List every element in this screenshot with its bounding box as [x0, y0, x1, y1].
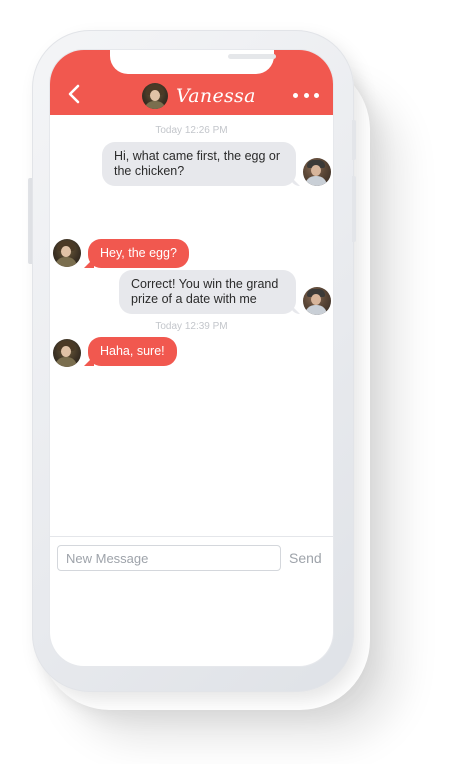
- speaker: [228, 54, 276, 59]
- message-outgoing: Hi, what came first, the egg or the chic…: [102, 142, 296, 186]
- contact-title[interactable]: Vanessa: [142, 82, 256, 110]
- timestamp: Today 12:26 PM: [155, 125, 228, 136]
- contact-name: Vanessa: [176, 85, 256, 107]
- message-incoming: Hey, the egg?: [88, 239, 189, 268]
- ellipsis-icon: [293, 92, 298, 98]
- send-button[interactable]: Send: [289, 550, 322, 566]
- user-avatar: [303, 287, 331, 315]
- back-button[interactable]: [65, 82, 83, 106]
- chevron-left-icon: [68, 84, 80, 104]
- chat-screen: Vanessa Today 12:26 PM Hi, what came fir…: [50, 50, 333, 666]
- message-incoming: Haha, sure!: [88, 337, 177, 366]
- user-avatar: [303, 158, 331, 186]
- message-outgoing: Correct! You win the grand prize of a da…: [119, 270, 296, 314]
- contact-avatar: [53, 239, 81, 267]
- message-input[interactable]: [57, 545, 281, 571]
- side-button: [352, 120, 356, 160]
- timestamp: Today 12:39 PM: [155, 321, 228, 332]
- contact-avatar: [142, 83, 168, 109]
- power-button: [352, 176, 356, 242]
- message-list: Today 12:26 PM Hi, what came first, the …: [50, 115, 333, 535]
- message-composer: Send: [50, 536, 333, 581]
- notch: [110, 50, 276, 74]
- more-options-button[interactable]: [293, 88, 319, 102]
- contact-avatar: [53, 339, 81, 367]
